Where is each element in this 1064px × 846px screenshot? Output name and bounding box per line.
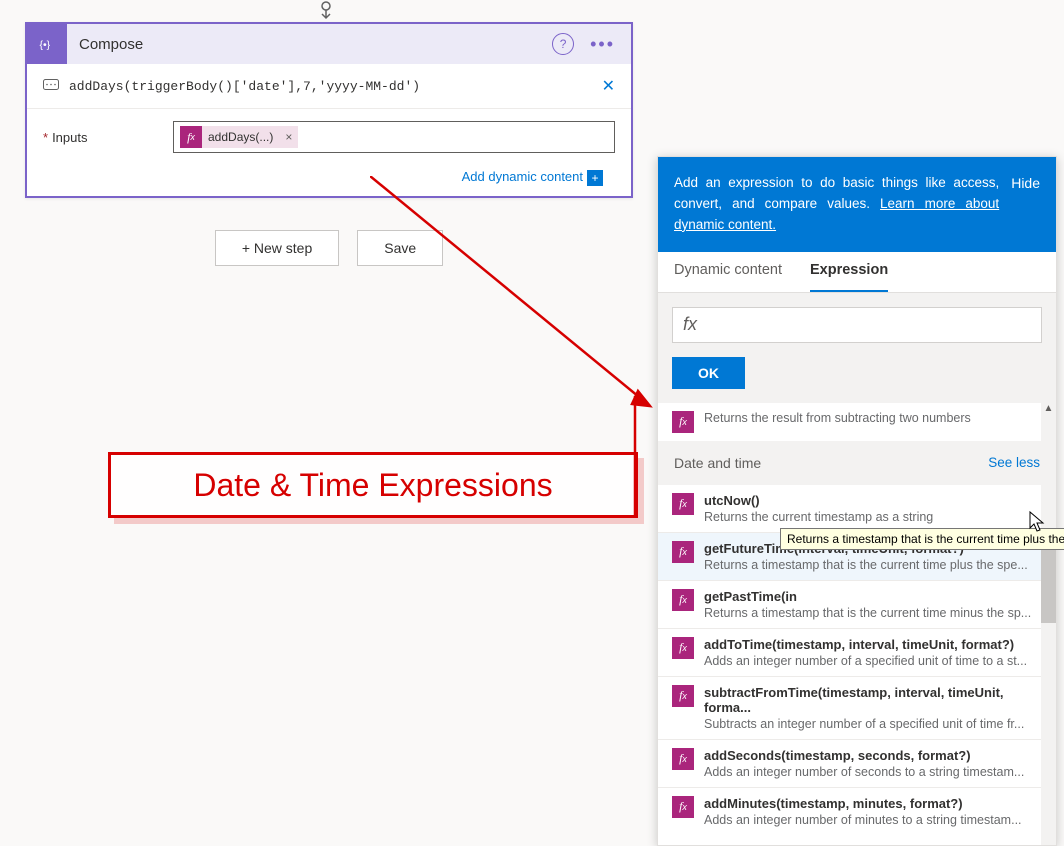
compose-action-card: {•} Compose ? ••• addDays(triggerBody()[… — [25, 22, 633, 198]
expression-pane: Add an expression to do basic things lik… — [657, 156, 1057, 846]
fx-icon: fx — [672, 541, 694, 563]
inputs-row: *Inputs fx addDays(...) × — [27, 109, 631, 165]
token-remove-icon[interactable]: × — [279, 130, 298, 144]
section-title: Date and time — [674, 455, 761, 471]
see-less-link[interactable]: See less — [988, 455, 1040, 470]
tab-dynamic-content[interactable]: Dynamic content — [674, 262, 782, 292]
fn-subtractfromtime[interactable]: fx subtractFromTime(timestamp, interval,… — [658, 677, 1056, 740]
fx-icon: fx — [672, 637, 694, 659]
hide-link[interactable]: Hide — [1011, 173, 1040, 236]
flow-arrow-down-icon — [314, 0, 338, 22]
expression-pane-banner: Add an expression to do basic things lik… — [658, 157, 1056, 252]
scrollbar[interactable]: ▲ — [1041, 403, 1056, 845]
close-icon[interactable]: ✕ — [602, 76, 615, 96]
expression-preview-row: addDays(triggerBody()['date'],7,'yyyy-MM… — [27, 64, 631, 109]
expression-input[interactable]: fx — [672, 307, 1042, 343]
scrollbar-up-icon[interactable]: ▲ — [1041, 403, 1056, 414]
fx-icon: fx — [672, 685, 694, 707]
fx-icon: fx — [180, 126, 202, 148]
fx-icon: fx — [672, 589, 694, 611]
expression-token[interactable]: fx addDays(...) × — [180, 126, 298, 148]
add-dynamic-content-link[interactable]: Add dynamic content+ — [27, 165, 631, 196]
more-menu-icon[interactable]: ••• — [582, 34, 623, 55]
tab-expression[interactable]: Expression — [810, 262, 888, 292]
ok-button[interactable]: OK — [672, 357, 745, 389]
fx-icon: fx — [672, 796, 694, 818]
inputs-label: *Inputs — [43, 130, 163, 145]
expression-editor-area: fx OK — [658, 293, 1056, 403]
tooltip: Returns a timestamp that is the current … — [780, 528, 1064, 550]
annotation-callout: Date & Time Expressions — [108, 452, 638, 518]
compose-title: Compose — [67, 36, 552, 53]
fn-getpasttime[interactable]: fx getPastTime(inReturns a timestamp tha… — [658, 581, 1056, 629]
expression-preview-text: addDays(triggerBody()['date'],7,'yyyy-MM… — [69, 79, 592, 94]
svg-text:{•}: {•} — [40, 39, 51, 51]
prev-section-trailing: fx Returns the result from subtracting t… — [658, 403, 1056, 441]
section-date-and-time: Date and time See less — [658, 441, 1056, 485]
help-icon[interactable]: ? — [552, 33, 574, 55]
scrollbar-thumb[interactable] — [1041, 543, 1056, 623]
action-buttons-row: + New step Save — [25, 230, 633, 266]
add-dynamic-plus-icon: + — [587, 170, 603, 186]
fn-addtotime[interactable]: fx addToTime(timestamp, interval, timeUn… — [658, 629, 1056, 677]
fn-addminutes[interactable]: fx addMinutes(timestamp, minutes, format… — [658, 788, 1056, 835]
expression-function-list: fx Returns the result from subtracting t… — [658, 403, 1056, 845]
fx-icon: fx — [672, 493, 694, 515]
inputs-field[interactable]: fx addDays(...) × — [173, 121, 615, 153]
expression-preview-icon — [43, 78, 59, 95]
required-star: * — [43, 130, 48, 145]
new-step-button[interactable]: + New step — [215, 230, 339, 266]
fn-utcnow[interactable]: fx utcNow()Returns the current timestamp… — [658, 485, 1056, 533]
fx-icon: fx — [672, 411, 694, 433]
compose-icon: {•} — [27, 24, 67, 64]
token-label: addDays(...) — [202, 130, 279, 144]
save-button[interactable]: Save — [357, 230, 443, 266]
compose-header[interactable]: {•} Compose ? ••• — [27, 24, 631, 64]
pane-tabs: Dynamic content Expression — [658, 252, 1056, 293]
fx-icon: fx — [672, 748, 694, 770]
